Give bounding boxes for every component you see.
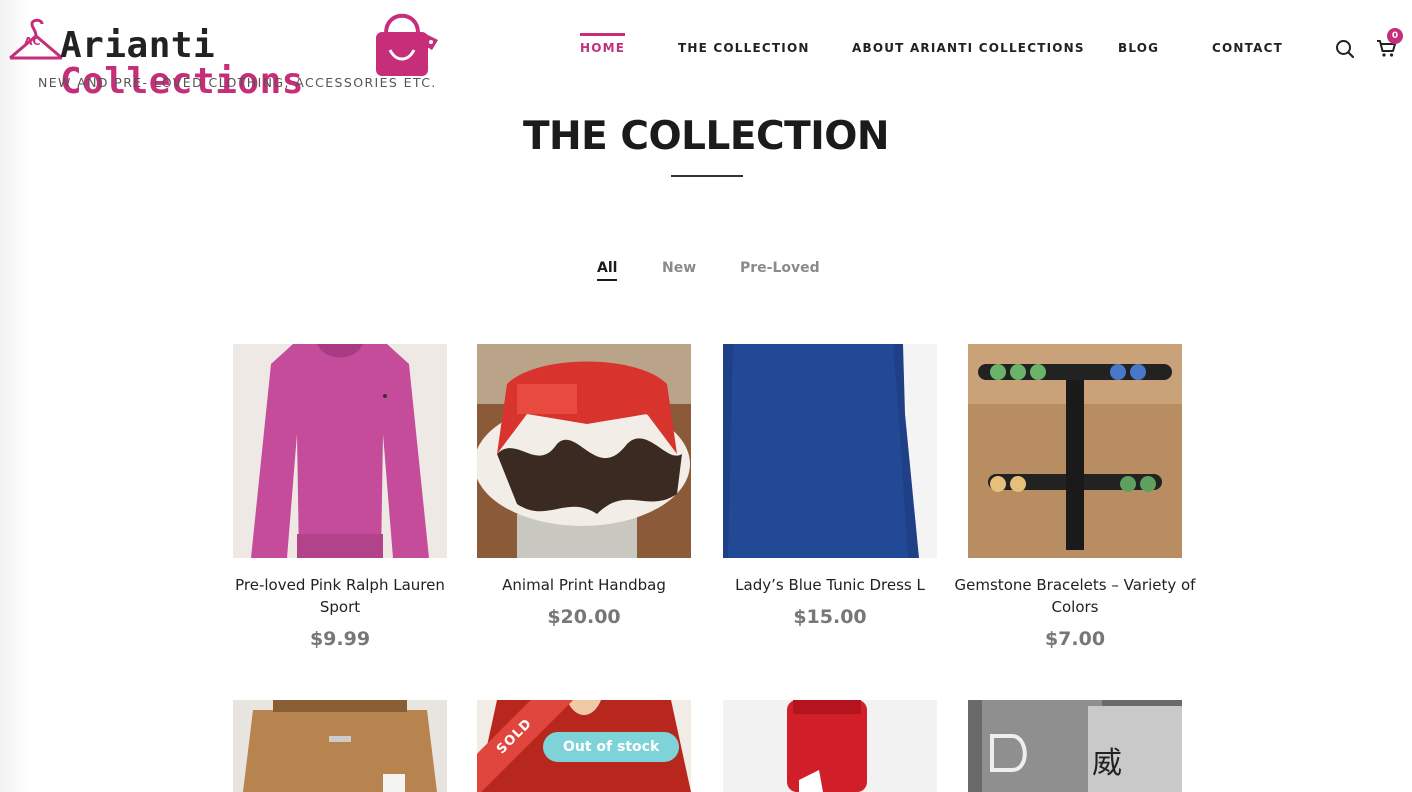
product-image[interactable] xyxy=(968,344,1182,558)
search-icon xyxy=(1336,40,1355,59)
product-image[interactable] xyxy=(233,344,447,558)
nav-item-the-collection[interactable]: THE COLLECTION xyxy=(678,40,810,56)
main-nav: HOME THE COLLECTION ABOUT ARIANTI COLLEC… xyxy=(0,33,1412,60)
product-name[interactable]: Animal Print Handbag xyxy=(463,574,705,596)
product-name[interactable]: Lady’s Blue Tunic Dress L xyxy=(709,574,951,596)
product-image[interactable]: 威 xyxy=(968,700,1182,792)
logo-tagline: NEW AND PRE- LOVED CLOTHING, ACCESSORIES… xyxy=(38,75,437,90)
filter-all[interactable]: All xyxy=(597,259,618,281)
product-image[interactable] xyxy=(723,344,937,558)
nav-item-about[interactable]: ABOUT ARIANTI COLLECTIONS xyxy=(852,40,1085,56)
page-title: THE COLLECTION xyxy=(522,114,890,159)
product-name[interactable]: Pre-loved Pink Ralph Lauren Sport xyxy=(219,574,461,618)
product-image[interactable]: SOLD Out of stock xyxy=(477,700,691,792)
product-image[interactable] xyxy=(723,700,937,792)
out-of-stock-badge: Out of stock xyxy=(543,732,680,762)
product-price: $15.00 xyxy=(793,606,867,628)
product-price: $7.00 xyxy=(1044,628,1106,650)
product-price: $20.00 xyxy=(547,606,621,628)
product-name[interactable]: Gemstone Bracelets – Variety of Colors xyxy=(954,574,1196,618)
product-image[interactable] xyxy=(477,344,691,558)
product-glyph: 威 xyxy=(1092,746,1122,781)
cart-count-badge: 0 xyxy=(1387,28,1403,44)
filter-pre-loved[interactable]: Pre-Loved xyxy=(740,259,820,277)
nav-item-home[interactable]: HOME xyxy=(580,33,626,56)
title-divider xyxy=(671,175,743,177)
nav-item-blog[interactable]: BLOG xyxy=(1118,40,1159,56)
nav-item-contact[interactable]: CONTACT xyxy=(1212,40,1283,56)
filter-new[interactable]: New xyxy=(662,259,696,277)
product-image[interactable] xyxy=(233,700,447,792)
search-button[interactable] xyxy=(1334,38,1356,60)
collection-filters: All New Pre-Loved xyxy=(0,259,1412,283)
product-price: $9.99 xyxy=(309,628,371,650)
